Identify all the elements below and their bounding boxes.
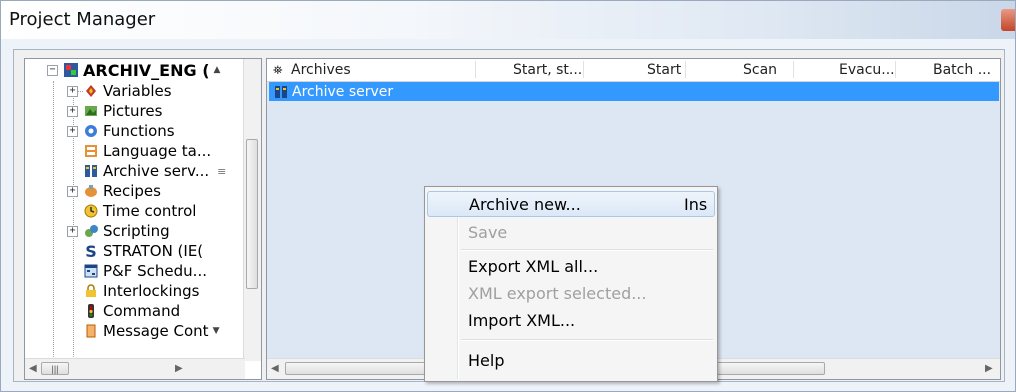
tree-item-functions[interactable]: + Functions — [67, 121, 175, 141]
tree-item-pictures[interactable]: + Pictures — [67, 101, 162, 121]
variables-icon — [83, 83, 99, 99]
menu-item-save[interactable]: Save — [427, 219, 715, 245]
tree-item-language-table[interactable]: Language ta... — [83, 141, 211, 161]
message-control-icon — [83, 323, 99, 339]
expand-icon[interactable]: + — [67, 226, 78, 237]
tree-item-interlockings[interactable]: Interlockings — [83, 281, 200, 301]
column-header-scan[interactable]: Scan — [743, 62, 777, 78]
expand-icon[interactable]: + — [67, 106, 78, 117]
scroll-left-icon[interactable]: ◀ — [271, 363, 279, 374]
menu-item-xml-export-selected[interactable]: XML export selected... — [427, 280, 715, 306]
scroll-up-icon[interactable]: ▲ — [214, 65, 221, 75]
table-row[interactable]: Archive server — [269, 82, 999, 101]
column-header-evacuation[interactable]: Evacu... — [839, 62, 895, 78]
tree-item-pf-scheduler[interactable]: P&F Schedu... — [83, 261, 207, 281]
archive-server-icon — [83, 163, 99, 179]
client-area: − ARCHIV_ENG ( ▲ + Variables + Pictures … — [13, 49, 1005, 382]
scroll-right-icon[interactable]: ▶ — [985, 363, 993, 374]
expand-icon[interactable]: + — [67, 186, 78, 197]
project-icon — [63, 62, 79, 78]
tree-vertical-scrollbar[interactable] — [243, 59, 261, 361]
menu-item-help[interactable]: Help — [427, 347, 715, 373]
column-header-archives[interactable]: Archives — [291, 62, 351, 78]
time-control-icon — [83, 203, 99, 219]
title-bar: Project Manager — [1, 1, 1015, 39]
functions-icon — [83, 123, 99, 139]
language-table-icon — [83, 143, 99, 159]
scroll-left-icon[interactable]: ◀ — [29, 363, 37, 374]
tree-item-scripting[interactable]: + Scripting — [67, 221, 170, 241]
tree-horizontal-scrollbar[interactable]: ◀ ||| ▶ — [25, 358, 245, 379]
tree-item-recipes[interactable]: + Recipes — [67, 181, 161, 201]
command-icon — [83, 303, 99, 319]
interlockings-icon — [83, 283, 99, 299]
window-title: Project Manager — [9, 9, 156, 30]
scroll-right-icon[interactable]: ▶ — [175, 363, 183, 374]
tree-item-straton[interactable]: S STRATON (IE( — [83, 241, 203, 261]
tree-item-variables[interactable]: + Variables — [67, 81, 172, 101]
straton-icon: S — [85, 241, 97, 261]
menu-shortcut: Ins — [684, 194, 708, 214]
context-menu: Archive new... Ins Save Export XML all..… — [424, 186, 718, 382]
tree-horizontal-scroll-thumb[interactable]: ||| — [41, 362, 69, 375]
pf-scheduler-icon — [83, 263, 99, 279]
menu-item-export-xml-all[interactable]: Export XML all... — [427, 253, 715, 279]
project-tree[interactable]: − ARCHIV_ENG ( ▲ + Variables + Pictures … — [24, 58, 262, 380]
tree-item-command[interactable]: Command — [83, 301, 180, 321]
tree-item-message-control[interactable]: Message Cont ▼ — [83, 321, 219, 341]
expand-icon[interactable]: + — [67, 126, 78, 137]
binoculars-icon: ⛯ — [273, 63, 283, 77]
menu-separator — [461, 249, 713, 251]
tree-item-time-control[interactable]: Time control — [83, 201, 196, 221]
column-header-start[interactable]: Start — [647, 62, 681, 78]
pictures-icon — [83, 103, 99, 119]
tree-item-archive-server[interactable]: Archive serv... ≡ — [83, 161, 226, 181]
column-header-batch[interactable]: Batch ... — [933, 62, 991, 78]
scroll-grip-icon: ≡ — [217, 164, 227, 178]
tree-item-project[interactable]: − ARCHIV_ENG ( ▲ — [47, 60, 220, 80]
close-icon[interactable] — [1001, 9, 1015, 31]
expand-icon[interactable]: + — [67, 86, 78, 97]
collapse-icon[interactable]: − — [47, 65, 58, 76]
menu-item-import-xml[interactable]: Import XML... — [427, 307, 715, 333]
tree-vertical-scroll-thumb[interactable] — [246, 139, 258, 289]
row-name: Archive server — [292, 83, 394, 100]
scripting-icon — [83, 223, 99, 239]
project-manager-window: Project Manager − ARCHIV_ENG ( ▲ + Varia… — [0, 0, 1016, 392]
column-header-start-stop[interactable]: Start, st... — [513, 62, 582, 78]
menu-separator — [461, 339, 713, 341]
scroll-down-icon[interactable]: ▼ — [213, 326, 220, 336]
menu-item-archive-new[interactable]: Archive new... Ins — [427, 191, 715, 217]
recipes-icon — [83, 183, 99, 199]
list-header: ⛯ Archives Start, st... Start Scan Evacu… — [267, 59, 1000, 82]
archive-server-icon — [273, 84, 289, 100]
